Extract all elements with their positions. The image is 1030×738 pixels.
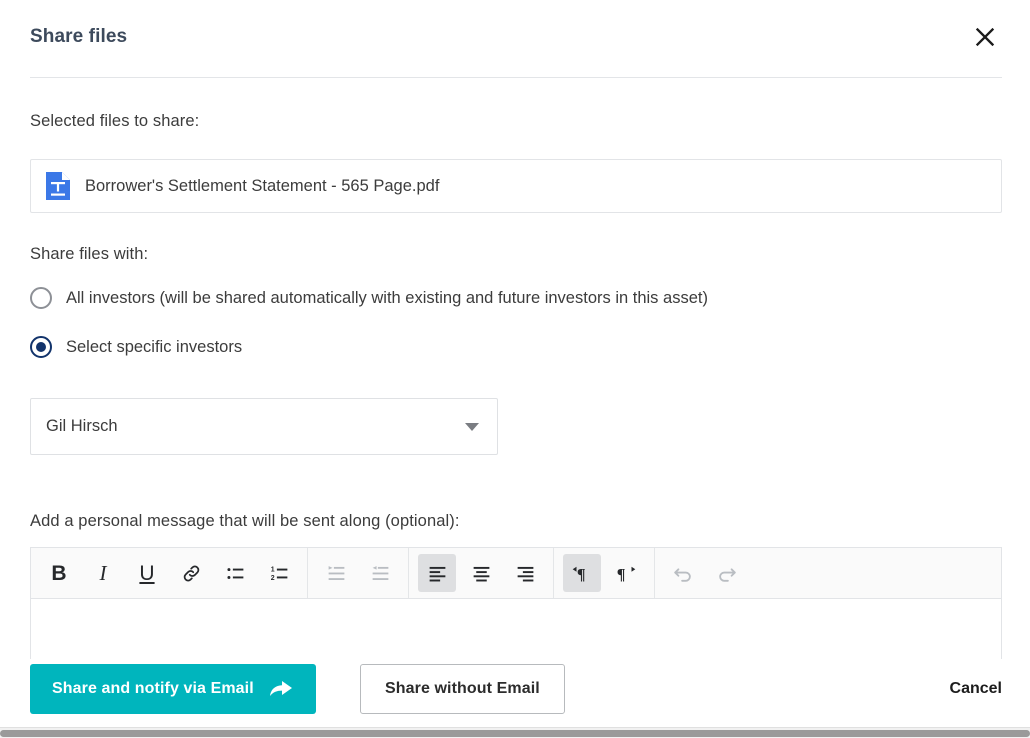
dialog-header: Share files — [30, 26, 1002, 78]
share-and-notify-button[interactable]: Share and notify via Email — [30, 664, 316, 714]
toolbar-group-indent — [308, 548, 409, 598]
chevron-down-icon — [465, 422, 479, 431]
share-and-notify-label: Share and notify via Email — [52, 680, 254, 697]
document-file-icon — [46, 172, 70, 200]
toolbar-group-align — [409, 548, 554, 598]
file-name: Borrower's Settlement Statement - 565 Pa… — [85, 176, 440, 195]
underline-glyph: U — [139, 561, 155, 585]
share-without-email-label: Share without Email — [385, 680, 540, 697]
share-arrow-icon — [269, 681, 292, 696]
bold-glyph: B — [51, 561, 67, 585]
align-right-icon[interactable] — [506, 554, 544, 592]
share-with-label: Share files with: — [30, 245, 149, 263]
link-icon[interactable] — [172, 554, 210, 592]
svg-text:2: 2 — [270, 575, 274, 582]
align-left-icon[interactable] — [418, 554, 456, 592]
radio-all-investors-label: All investors (will be shared automatica… — [66, 288, 708, 307]
svg-text:¶: ¶ — [617, 566, 626, 583]
editor-toolbar: B I U 1 2 ¶ ¶ — [31, 548, 1001, 599]
indent-icon[interactable] — [317, 554, 355, 592]
text-direction-rtl-icon[interactable]: ¶ — [607, 554, 645, 592]
undo-icon[interactable] — [664, 554, 702, 592]
outdent-icon[interactable] — [361, 554, 399, 592]
bold-icon[interactable]: B — [40, 554, 78, 592]
italic-glyph: I — [99, 560, 107, 585]
message-editor: B I U 1 2 ¶ ¶ — [30, 547, 1002, 659]
investor-select-value: Gil Hirsch — [46, 417, 118, 435]
message-input[interactable] — [31, 599, 1001, 659]
share-files-dialog: Share files Selected files to share: Bor… — [0, 0, 1030, 738]
close-icon[interactable] — [968, 20, 1002, 54]
cancel-label: Cancel — [949, 680, 1002, 697]
underline-icon[interactable]: U — [128, 554, 166, 592]
radio-selected-icon — [30, 336, 52, 358]
svg-text:¶: ¶ — [577, 566, 586, 583]
radio-specific-investors[interactable]: Select specific investors — [30, 336, 242, 358]
toolbar-group-formatting: B I U 1 2 — [31, 548, 308, 598]
italic-icon[interactable]: I — [84, 554, 122, 592]
redo-icon[interactable] — [708, 554, 746, 592]
radio-specific-investors-label: Select specific investors — [66, 337, 243, 356]
toolbar-group-history — [655, 548, 755, 598]
text-direction-ltr-icon[interactable]: ¶ — [563, 554, 601, 592]
personal-message-label: Add a personal message that will be sent… — [30, 512, 460, 530]
radio-all-investors[interactable]: All investors (will be shared automatica… — [30, 287, 708, 309]
horizontal-scrollbar[interactable] — [0, 727, 1030, 738]
selected-files-label: Selected files to share: — [30, 112, 200, 130]
radio-unselected-icon — [30, 287, 52, 309]
bulleted-list-icon[interactable] — [216, 554, 254, 592]
investor-select[interactable]: Gil Hirsch — [30, 398, 498, 455]
horizontal-scrollbar-thumb[interactable] — [0, 730, 1030, 737]
share-without-email-button[interactable]: Share without Email — [360, 664, 565, 714]
selected-file-row[interactable]: Borrower's Settlement Statement - 565 Pa… — [30, 159, 1002, 213]
toolbar-group-direction: ¶ ¶ — [554, 548, 655, 598]
numbered-list-icon[interactable]: 1 2 — [260, 554, 298, 592]
page-title: Share files — [30, 26, 128, 47]
align-center-icon[interactable] — [462, 554, 500, 592]
svg-text:1: 1 — [270, 566, 274, 573]
cancel-button[interactable]: Cancel — [950, 664, 1002, 714]
